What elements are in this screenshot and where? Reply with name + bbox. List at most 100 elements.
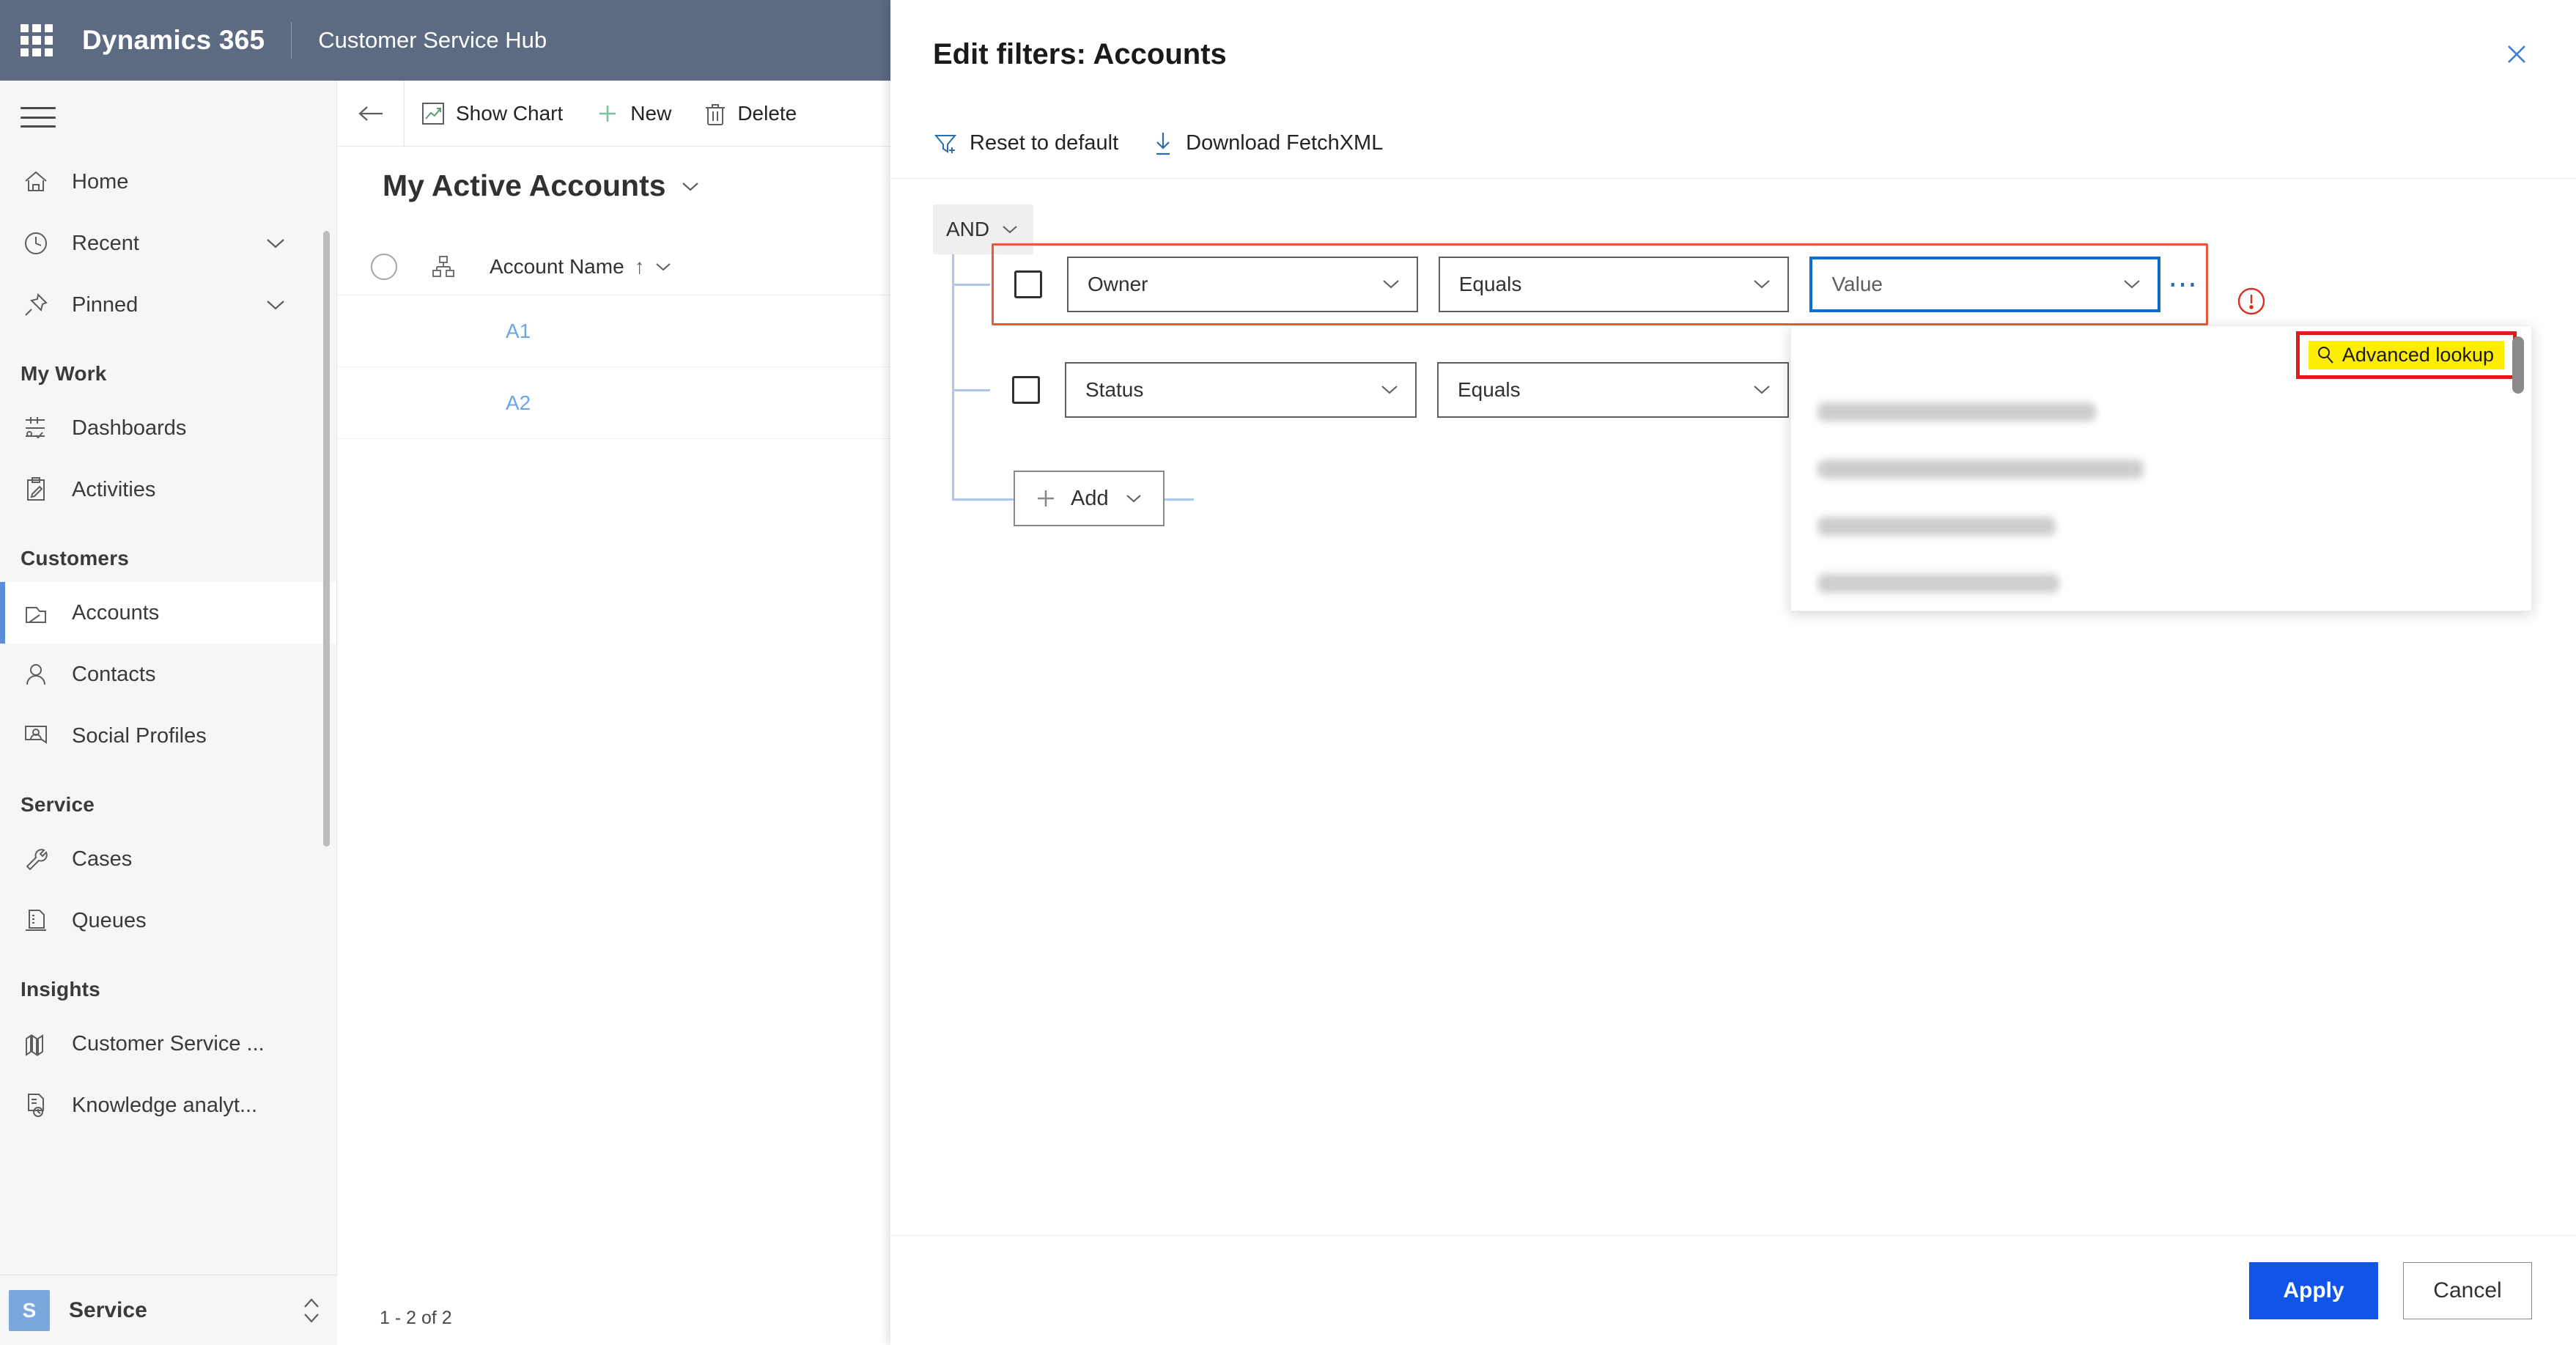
delete-button[interactable]: Delete bbox=[687, 81, 813, 146]
advanced-lookup-annotation: Advanced lookup bbox=[2295, 331, 2517, 379]
brand-divider bbox=[291, 22, 292, 59]
condition-field-dropdown[interactable]: Owner bbox=[1067, 257, 1418, 312]
close-icon[interactable] bbox=[2491, 29, 2542, 80]
condition-field-dropdown[interactable]: Status bbox=[1065, 362, 1417, 418]
ellipsis-icon[interactable]: ⋯ bbox=[2160, 262, 2206, 307]
sort-ascending-icon: ↑ bbox=[634, 254, 645, 278]
delete-label: Delete bbox=[737, 101, 797, 125]
column-header-label: Account Name bbox=[490, 254, 624, 278]
redacted-text bbox=[1817, 402, 2096, 421]
condition-operator-value: Equals bbox=[1458, 273, 1522, 295]
lookup-results-list bbox=[1791, 383, 2531, 611]
contact-icon bbox=[21, 659, 51, 690]
area-switcher[interactable]: S Service bbox=[0, 1275, 337, 1345]
sidebar-item-home[interactable]: Home bbox=[0, 151, 336, 213]
sidebar-item-label: Accounts bbox=[72, 600, 160, 624]
column-header-account-name[interactable]: Account Name ↑ bbox=[490, 255, 673, 279]
chevron-down-icon bbox=[1751, 278, 1773, 291]
lookup-result-item[interactable] bbox=[1791, 555, 2531, 611]
lookup-dropdown-toolbar: Advanced lookup bbox=[1791, 326, 2531, 383]
show-chart-button[interactable]: Show Chart bbox=[405, 81, 579, 146]
chevron-down-icon bbox=[1123, 493, 1144, 504]
reset-to-default-button[interactable]: Reset to default bbox=[933, 108, 1152, 179]
new-button[interactable]: New bbox=[579, 81, 687, 146]
plus-icon bbox=[1034, 487, 1058, 510]
chevron-down-icon[interactable] bbox=[263, 236, 288, 251]
view-selector[interactable]: My Active Accounts bbox=[337, 147, 890, 203]
sidebar-item-cases[interactable]: Cases bbox=[0, 828, 336, 890]
add-filter-button[interactable]: Add bbox=[1014, 471, 1165, 526]
app-root: Dynamics 365 Customer Service Hub Home Re… bbox=[0, 0, 2576, 1345]
download-fetchxml-button[interactable]: Download FetchXML bbox=[1152, 108, 1417, 179]
reset-to-default-label: Reset to default bbox=[970, 131, 1119, 155]
sidebar-item-recent[interactable]: Recent bbox=[0, 213, 336, 274]
sidebar-item-accounts[interactable]: Accounts bbox=[0, 582, 336, 644]
sidebar-item-label: Dashboards bbox=[72, 416, 187, 440]
lookup-result-item[interactable] bbox=[1791, 383, 2531, 441]
plus-icon bbox=[595, 101, 620, 126]
sidebar-group-service: Service bbox=[21, 793, 95, 816]
sidebar-item-contacts[interactable]: Contacts bbox=[0, 644, 336, 705]
lookup-result-item[interactable] bbox=[1791, 441, 2531, 498]
sidebar-item-queues[interactable]: Queues bbox=[0, 890, 336, 951]
dialog-title: Edit filters: Accounts bbox=[933, 37, 1227, 70]
table-row[interactable]: A2 bbox=[337, 367, 890, 439]
sidebar-item-customer-service[interactable]: Customer Service ... bbox=[0, 1013, 336, 1075]
grid-rows-container: A1 A2 bbox=[337, 295, 890, 439]
sidebar-scrollbar[interactable] bbox=[323, 231, 330, 847]
queue-icon bbox=[21, 905, 51, 936]
chevron-down-icon bbox=[679, 180, 701, 193]
sidebar-item-activities[interactable]: Activities bbox=[0, 459, 336, 520]
chevron-down-icon[interactable] bbox=[263, 298, 288, 312]
knowledge-icon bbox=[21, 1090, 51, 1121]
home-icon bbox=[21, 166, 51, 197]
condition-value-placeholder: Value bbox=[1831, 273, 1883, 295]
condition-checkbox[interactable] bbox=[1014, 270, 1042, 298]
grid-header-row: Account Name ↑ bbox=[337, 238, 890, 295]
social-profile-icon bbox=[21, 721, 51, 751]
chevron-down-icon bbox=[1000, 224, 1020, 235]
condition-field-value: Owner bbox=[1088, 273, 1148, 295]
lookup-result-item[interactable] bbox=[1791, 498, 2531, 555]
condition-operator-dropdown[interactable]: Equals bbox=[1438, 257, 1790, 312]
show-chart-label: Show Chart bbox=[456, 101, 564, 125]
sidebar-item-label: Activities bbox=[72, 477, 156, 501]
chevron-down-icon bbox=[2121, 278, 2143, 291]
records-grid: My Active Accounts Account Name ↑ A1 A2 bbox=[337, 147, 890, 1290]
condition-operator-dropdown[interactable]: Equals bbox=[1437, 362, 1789, 418]
lookup-scrollbar[interactable] bbox=[2512, 336, 2524, 394]
chevron-down-icon[interactable] bbox=[654, 261, 673, 273]
hierarchy-icon bbox=[431, 254, 456, 279]
back-arrow-icon[interactable] bbox=[337, 81, 405, 146]
filter-condition-row: Status Equals bbox=[1012, 362, 1789, 418]
group-operator-label: AND bbox=[946, 218, 990, 240]
chevron-down-icon bbox=[1380, 278, 1402, 291]
sidebar-item-pinned[interactable]: Pinned bbox=[0, 274, 336, 336]
command-bar: Show Chart New Delete bbox=[337, 81, 890, 147]
hamburger-menu-icon[interactable] bbox=[21, 103, 56, 132]
account-name-link[interactable]: A2 bbox=[506, 391, 531, 415]
sidebar-item-label: Social Profiles bbox=[72, 723, 207, 748]
condition-checkbox[interactable] bbox=[1012, 376, 1040, 404]
select-all-circle-icon[interactable] bbox=[371, 253, 397, 280]
tree-connector-vertical bbox=[952, 254, 954, 500]
cancel-button[interactable]: Cancel bbox=[2403, 1261, 2532, 1319]
table-row[interactable]: A1 bbox=[337, 295, 890, 367]
error-circle-icon[interactable] bbox=[2232, 281, 2271, 321]
clock-icon bbox=[21, 228, 51, 259]
condition-operator-value: Equals bbox=[1458, 378, 1521, 401]
condition-value-input[interactable]: Value bbox=[1809, 257, 2161, 312]
advanced-lookup-label: Advanced lookup bbox=[2341, 343, 2494, 366]
apply-button[interactable]: Apply bbox=[2249, 1261, 2378, 1319]
record-count-label: 1 - 2 of 2 bbox=[380, 1307, 452, 1328]
sidebar-item-knowledge-analyt[interactable]: Knowledge analyt... bbox=[0, 1075, 336, 1136]
advanced-lookup-button[interactable]: Advanced lookup bbox=[2308, 340, 2504, 369]
chevron-down-icon bbox=[1379, 383, 1400, 397]
sidebar-nav-list: Home Recent Pinned My Work Dashboards Activit… bbox=[0, 151, 336, 1136]
sidebar-item-dashboards[interactable]: Dashboards bbox=[0, 397, 336, 459]
sidebar-item-social-profiles[interactable]: Social Profiles bbox=[0, 705, 336, 767]
sidebar-item-label: Recent bbox=[72, 231, 139, 255]
sidebar-item-label: Customer Service ... bbox=[72, 1031, 265, 1055]
app-launcher-icon[interactable] bbox=[21, 24, 53, 56]
account-name-link[interactable]: A1 bbox=[506, 320, 531, 343]
